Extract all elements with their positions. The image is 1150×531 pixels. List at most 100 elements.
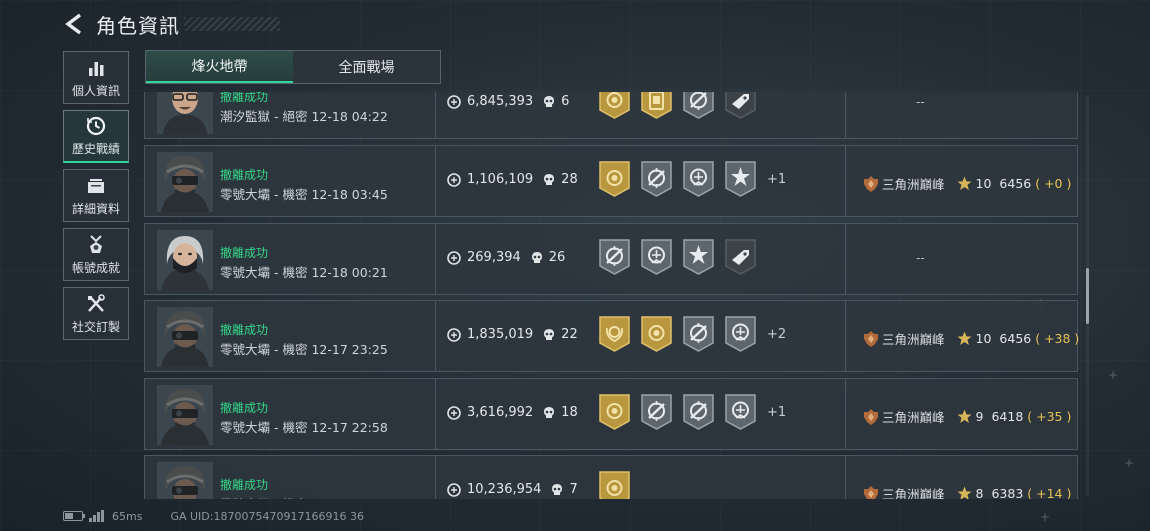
kill-count: 22 (561, 327, 578, 342)
skull-icon (543, 328, 555, 341)
match-time: 12-18 03:45 (311, 187, 388, 202)
match-row[interactable]: 撤離成功 潮汐監獄 - 絕密 12-18 04:22 6,845,393 6 -… (144, 92, 1078, 139)
silver-scope-badge[interactable] (724, 315, 757, 353)
kill-count: 18 (561, 405, 578, 420)
loot-value: 3,616,992 18 (447, 405, 578, 420)
coin-icon (447, 94, 461, 109)
match-history-list[interactable]: 撤離成功 潮汐監獄 - 絕密 12-18 04:22 6,845,393 6 -… (144, 92, 1081, 499)
rank-points: 6456 (999, 176, 1032, 191)
column-divider (435, 224, 436, 294)
silver-star-badge[interactable] (724, 160, 757, 198)
more-badges-count[interactable]: +1 (767, 172, 786, 187)
loot-value: 1,106,109 28 (447, 172, 578, 187)
gold-coin-badge[interactable] (598, 470, 631, 499)
money-amount: 269,394 (467, 250, 521, 265)
badge-list (598, 470, 631, 499)
badge-list (598, 238, 757, 276)
coin-icon (447, 405, 461, 420)
dark-rocket-badge[interactable] (724, 92, 757, 120)
match-time: 12-17 22:58 (311, 420, 388, 435)
rank-points: 6383 (991, 486, 1024, 499)
map-and-time: 零號大壩 - 機密 12-17 22:58 (220, 417, 388, 436)
rank-delta: ( +14 ) (1027, 486, 1072, 499)
rank-emblem-icon (862, 485, 880, 499)
tab-all-out-war[interactable]: 全面戰場 (293, 51, 440, 83)
star-icon (957, 331, 972, 346)
silver-scope-badge[interactable] (640, 238, 673, 276)
silver-crosshair-badge[interactable] (682, 393, 715, 431)
gold-coin-badge[interactable] (598, 160, 631, 198)
match-row[interactable]: 撤離成功 零號大壩 - 機密 12-17 22:21 10,236,954 7 … (144, 455, 1078, 499)
silver-crosshair-badge[interactable] (598, 238, 631, 276)
badge-list: +2 (598, 315, 786, 353)
rank-name: 三角洲巔峰 (882, 177, 945, 192)
match-row[interactable]: 撤離成功 零號大壩 - 機密 12-18 00:21 269,394 26 -- (144, 223, 1078, 295)
money-amount: 1,106,109 (467, 172, 534, 187)
silver-crosshair-badge[interactable] (682, 315, 715, 353)
silver-star-badge[interactable] (682, 238, 715, 276)
no-rank-placeholder: -- (916, 95, 925, 109)
kill-count: 26 (548, 250, 566, 265)
gold-coin-badge[interactable] (598, 92, 631, 120)
rank-level: 8 (975, 486, 984, 499)
match-row[interactable]: 撤離成功 零號大壩 - 機密 12-17 23:25 1,835,019 22 … (144, 300, 1079, 372)
scrollbar-track[interactable] (1086, 96, 1089, 496)
sidebar-item-personal-info[interactable]: 個人資訊 (63, 51, 129, 104)
signal-icon (89, 510, 104, 522)
more-badges-count[interactable]: +1 (767, 405, 786, 420)
loot-value: 10,236,954 7 (447, 482, 578, 497)
more-badges-count[interactable]: +2 (767, 327, 786, 342)
map-name: 零號大壩 - 機密 (220, 420, 308, 435)
map-and-time: 零號大壩 - 機密 12-17 22:21 (220, 494, 388, 499)
skull-icon (543, 173, 555, 186)
match-row[interactable]: 撤離成功 零號大壩 - 機密 12-18 03:45 1,106,109 28 … (144, 145, 1078, 217)
rank-change: 三角洲巔峰 8 6383 ( +14 ) (862, 484, 1071, 499)
gold-card-badge[interactable] (640, 92, 673, 120)
helmet-operator-avatar (157, 385, 213, 445)
back-button[interactable] (62, 12, 86, 36)
sidebar-item-label: 帳號成就 (71, 260, 120, 275)
money-amount: 6,845,393 (467, 94, 534, 109)
loot-value: 6,845,393 6 (447, 94, 569, 109)
gold-laurel-badge[interactable] (598, 315, 631, 353)
kill-count: 7 (569, 482, 578, 497)
column-divider (845, 379, 846, 449)
battery-icon (63, 511, 85, 521)
tab-hazard-zone[interactable]: 烽火地帶 (146, 51, 293, 83)
extraction-status: 撤離成功 (220, 478, 269, 492)
money-amount: 3,616,992 (467, 405, 534, 420)
sidebar-item-history[interactable]: 歷史戰績 (63, 110, 129, 163)
rank-emblem-icon (862, 330, 880, 348)
scrollbar-thumb[interactable] (1086, 268, 1089, 324)
rank-level: 10 (975, 176, 992, 191)
column-divider (435, 92, 436, 138)
silver-crosshair-badge[interactable] (640, 393, 673, 431)
map-name: 零號大壩 - 機密 (220, 187, 308, 202)
extraction-status: 撤離成功 (220, 246, 269, 260)
page-title: 角色資訊 (96, 13, 180, 38)
extraction-status: 撤離成功 (220, 168, 269, 182)
gold-coin-badge[interactable] (640, 315, 673, 353)
sidebar-item-achievements[interactable]: 帳號成就 (63, 228, 129, 281)
money-amount: 10,236,954 (467, 482, 542, 497)
silver-scope-badge[interactable] (724, 393, 757, 431)
rank-change: 三角洲巔峰 10 6456 ( +0 ) (862, 174, 1071, 193)
rank-emblem-icon (862, 175, 880, 193)
match-row[interactable]: 撤離成功 零號大壩 - 機密 12-17 22:58 3,616,992 18 … (144, 378, 1078, 450)
sidebar: 個人資訊 歷史戰績 詳細資料 帳號成就 社交訂製 (63, 51, 129, 340)
silver-scope-badge[interactable] (682, 160, 715, 198)
silver-crosshair-badge[interactable] (640, 160, 673, 198)
sidebar-item-social[interactable]: 社交訂製 (63, 287, 129, 340)
rank-change: 三角洲巔峰 10 6456 ( +38 ) (862, 329, 1079, 348)
column-divider (845, 301, 846, 371)
dark-rocket-badge[interactable] (724, 238, 757, 276)
column-divider (845, 92, 846, 138)
star-icon (957, 409, 972, 424)
silver-crosshair-badge[interactable] (682, 92, 715, 120)
achievement-medal-icon (90, 234, 102, 253)
sidebar-item-label: 個人資訊 (71, 83, 120, 98)
column-divider (435, 146, 436, 216)
sidebar-item-details[interactable]: 詳細資料 (63, 169, 129, 222)
gold-coin-badge[interactable] (598, 393, 631, 431)
rank-name: 三角洲巔峰 (882, 332, 945, 347)
